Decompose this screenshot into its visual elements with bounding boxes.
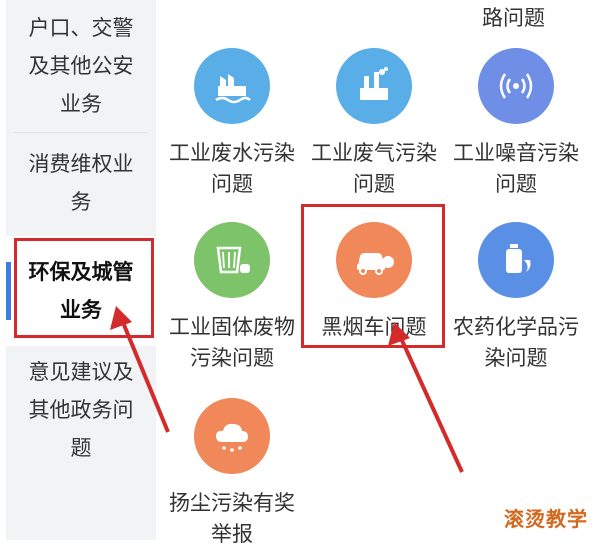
item-label: 农药化学品污染问题: [453, 315, 579, 370]
sidebar-item-label: 户口、交警及其他公安业务: [28, 16, 134, 116]
item-dust-report[interactable]: 扬尘污染有奖举报: [159, 398, 305, 550]
highlight-box-sidebar: [14, 238, 154, 338]
sidebar-item-public-security[interactable]: 户口、交警及其他公安业务: [6, 0, 156, 132]
item-label: 扬尘污染有奖举报: [169, 491, 295, 546]
item-industrial-noise[interactable]: 工业噪音污染问题: [443, 48, 589, 200]
waste-bin-icon: [194, 222, 270, 298]
factory-water-icon: [194, 48, 270, 124]
factory-smoke-icon: [336, 48, 412, 124]
sidebar-item-suggestions[interactable]: 意见建议及其他政务问题: [6, 350, 156, 470]
item-pesticide-chemical[interactable]: 农药化学品污染问题: [443, 222, 589, 374]
item-solid-waste[interactable]: 工业固体废物污染问题: [159, 222, 305, 374]
item-industrial-exhaust[interactable]: 工业废气污染问题: [301, 48, 447, 200]
watermark-text: 滚烫教学: [504, 507, 588, 531]
item-industrial-wastewater[interactable]: 工业废水污染问题: [159, 48, 305, 200]
highlight-box-item: [301, 204, 445, 348]
sidebar-item-label: 意见建议及其他政务问题: [28, 360, 134, 460]
chemical-bottle-icon: [478, 222, 554, 298]
item-label: 工业废水污染问题: [169, 141, 295, 196]
item-label: 工业固体废物污染问题: [169, 315, 295, 370]
item-label: 工业废气污染问题: [311, 141, 437, 196]
noise-wave-icon: [478, 48, 554, 124]
item-label: 工业噪音污染问题: [453, 141, 579, 196]
sidebar-item-consumer-rights[interactable]: 消费维权业务: [6, 133, 156, 233]
active-indicator: [6, 262, 11, 320]
partial-item-label: 路问题: [482, 6, 545, 30]
sidebar-item-label: 消费维权业务: [28, 152, 134, 214]
dust-cloud-icon: [194, 398, 270, 474]
